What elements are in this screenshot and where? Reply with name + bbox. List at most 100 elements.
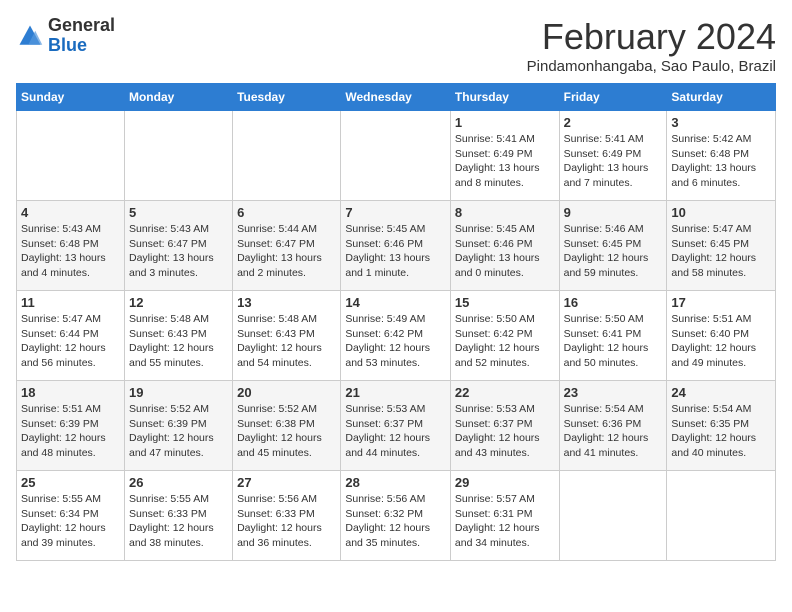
calendar-cell: 10 Sunrise: 5:47 AM Sunset: 6:45 PM Dayli… — [667, 201, 776, 291]
day-number: 6 — [237, 205, 336, 220]
logo-icon — [16, 22, 44, 50]
day-info: Sunrise: 5:47 AM Sunset: 6:44 PM Dayligh… — [21, 312, 120, 371]
day-number: 17 — [671, 295, 771, 310]
day-info: Sunrise: 5:55 AM Sunset: 6:33 PM Dayligh… — [129, 492, 228, 551]
calendar-cell — [559, 471, 667, 561]
day-info: Sunrise: 5:54 AM Sunset: 6:35 PM Dayligh… — [671, 402, 771, 461]
day-info: Sunrise: 5:44 AM Sunset: 6:47 PM Dayligh… — [237, 222, 336, 281]
day-number: 7 — [345, 205, 446, 220]
day-info: Sunrise: 5:53 AM Sunset: 6:37 PM Dayligh… — [345, 402, 446, 461]
day-number: 20 — [237, 385, 336, 400]
calendar-cell: 26 Sunrise: 5:55 AM Sunset: 6:33 PM Dayli… — [124, 471, 232, 561]
logo-blue: Blue — [48, 35, 87, 55]
day-number: 24 — [671, 385, 771, 400]
day-number: 13 — [237, 295, 336, 310]
calendar-week-row: 25 Sunrise: 5:55 AM Sunset: 6:34 PM Dayli… — [17, 471, 776, 561]
day-number: 2 — [564, 115, 663, 130]
day-number: 26 — [129, 475, 228, 490]
calendar-cell: 2 Sunrise: 5:41 AM Sunset: 6:49 PM Daylig… — [559, 111, 667, 201]
weekday-header: Thursday — [450, 84, 559, 111]
weekday-header: Monday — [124, 84, 232, 111]
day-number: 9 — [564, 205, 663, 220]
calendar-cell: 7 Sunrise: 5:45 AM Sunset: 6:46 PM Daylig… — [341, 201, 451, 291]
day-info: Sunrise: 5:48 AM Sunset: 6:43 PM Dayligh… — [129, 312, 228, 371]
weekday-header: Wednesday — [341, 84, 451, 111]
day-info: Sunrise: 5:50 AM Sunset: 6:42 PM Dayligh… — [455, 312, 555, 371]
calendar-week-row: 18 Sunrise: 5:51 AM Sunset: 6:39 PM Dayli… — [17, 381, 776, 471]
day-number: 4 — [21, 205, 120, 220]
calendar-cell: 4Sunrise: 5:43 AM Sunset: 6:48 PM Daylig… — [17, 201, 125, 291]
logo: General Blue — [16, 16, 115, 56]
day-info: Sunrise: 5:54 AM Sunset: 6:36 PM Dayligh… — [564, 402, 663, 461]
calendar-cell: 22 Sunrise: 5:53 AM Sunset: 6:37 PM Dayli… — [450, 381, 559, 471]
calendar-cell: 9Sunrise: 5:46 AM Sunset: 6:45 PM Daylig… — [559, 201, 667, 291]
day-info: Sunrise: 5:45 AM Sunset: 6:46 PM Dayligh… — [345, 222, 446, 281]
day-number: 3 — [671, 115, 771, 130]
day-info: Sunrise: 5:41 AM Sunset: 6:49 PM Dayligh… — [564, 132, 663, 191]
day-number: 15 — [455, 295, 555, 310]
day-info: Sunrise: 5:43 AM Sunset: 6:47 PM Dayligh… — [129, 222, 228, 281]
page-header: General Blue February 2024 Pindamonhanga… — [16, 16, 776, 75]
calendar-cell: 24 Sunrise: 5:54 AM Sunset: 6:35 PM Dayli… — [667, 381, 776, 471]
day-number: 12 — [129, 295, 228, 310]
calendar-cell: 13 Sunrise: 5:48 AM Sunset: 6:43 PM Dayli… — [233, 291, 341, 381]
calendar-week-row: 1 Sunrise: 5:41 AM Sunset: 6:49 PM Daylig… — [17, 111, 776, 201]
day-number: 11 — [21, 295, 120, 310]
calendar-cell: 23Sunrise: 5:54 AM Sunset: 6:36 PM Dayli… — [559, 381, 667, 471]
calendar-week-row: 4Sunrise: 5:43 AM Sunset: 6:48 PM Daylig… — [17, 201, 776, 291]
calendar-cell: 8 Sunrise: 5:45 AM Sunset: 6:46 PM Daylig… — [450, 201, 559, 291]
day-info: Sunrise: 5:53 AM Sunset: 6:37 PM Dayligh… — [455, 402, 555, 461]
day-number: 8 — [455, 205, 555, 220]
calendar-cell: 17 Sunrise: 5:51 AM Sunset: 6:40 PM Dayli… — [667, 291, 776, 381]
calendar-cell: 11 Sunrise: 5:47 AM Sunset: 6:44 PM Dayli… — [17, 291, 125, 381]
calendar-cell: 29Sunrise: 5:57 AM Sunset: 6:31 PM Dayli… — [450, 471, 559, 561]
calendar-cell: 3 Sunrise: 5:42 AM Sunset: 6:48 PM Daylig… — [667, 111, 776, 201]
weekday-header: Saturday — [667, 84, 776, 111]
day-info: Sunrise: 5:56 AM Sunset: 6:32 PM Dayligh… — [345, 492, 446, 551]
calendar-cell: 12 Sunrise: 5:48 AM Sunset: 6:43 PM Dayli… — [124, 291, 232, 381]
day-info: Sunrise: 5:48 AM Sunset: 6:43 PM Dayligh… — [237, 312, 336, 371]
day-info: Sunrise: 5:52 AM Sunset: 6:38 PM Dayligh… — [237, 402, 336, 461]
day-number: 1 — [455, 115, 555, 130]
calendar-cell — [17, 111, 125, 201]
day-number: 25 — [21, 475, 120, 490]
location: Pindamonhangaba, Sao Paulo, Brazil — [527, 58, 776, 75]
calendar-cell: 28 Sunrise: 5:56 AM Sunset: 6:32 PM Dayli… — [341, 471, 451, 561]
day-info: Sunrise: 5:47 AM Sunset: 6:45 PM Dayligh… — [671, 222, 771, 281]
day-number: 28 — [345, 475, 446, 490]
logo-general: General — [48, 15, 115, 35]
day-info: Sunrise: 5:51 AM Sunset: 6:40 PM Dayligh… — [671, 312, 771, 371]
calendar-cell: 14 Sunrise: 5:49 AM Sunset: 6:42 PM Dayli… — [341, 291, 451, 381]
day-info: Sunrise: 5:45 AM Sunset: 6:46 PM Dayligh… — [455, 222, 555, 281]
calendar-week-row: 11 Sunrise: 5:47 AM Sunset: 6:44 PM Dayli… — [17, 291, 776, 381]
calendar-cell — [341, 111, 451, 201]
logo-text: General Blue — [48, 16, 115, 56]
calendar-cell: 21 Sunrise: 5:53 AM Sunset: 6:37 PM Dayli… — [341, 381, 451, 471]
day-number: 18 — [21, 385, 120, 400]
day-info: Sunrise: 5:49 AM Sunset: 6:42 PM Dayligh… — [345, 312, 446, 371]
weekday-header-row: SundayMondayTuesdayWednesdayThursdayFrid… — [17, 84, 776, 111]
day-number: 10 — [671, 205, 771, 220]
day-info: Sunrise: 5:42 AM Sunset: 6:48 PM Dayligh… — [671, 132, 771, 191]
day-number: 14 — [345, 295, 446, 310]
weekday-header: Sunday — [17, 84, 125, 111]
calendar-cell: 15 Sunrise: 5:50 AM Sunset: 6:42 PM Dayli… — [450, 291, 559, 381]
calendar-cell: 19Sunrise: 5:52 AM Sunset: 6:39 PM Dayli… — [124, 381, 232, 471]
day-number: 29 — [455, 475, 555, 490]
day-info: Sunrise: 5:41 AM Sunset: 6:49 PM Dayligh… — [455, 132, 555, 191]
title-block: February 2024 Pindamonhangaba, Sao Paulo… — [527, 16, 776, 75]
day-number: 21 — [345, 385, 446, 400]
day-number: 5 — [129, 205, 228, 220]
calendar-cell: 27Sunrise: 5:56 AM Sunset: 6:33 PM Dayli… — [233, 471, 341, 561]
weekday-header: Friday — [559, 84, 667, 111]
day-info: Sunrise: 5:56 AM Sunset: 6:33 PM Dayligh… — [237, 492, 336, 551]
day-info: Sunrise: 5:52 AM Sunset: 6:39 PM Dayligh… — [129, 402, 228, 461]
day-info: Sunrise: 5:55 AM Sunset: 6:34 PM Dayligh… — [21, 492, 120, 551]
day-number: 22 — [455, 385, 555, 400]
calendar-cell: 18 Sunrise: 5:51 AM Sunset: 6:39 PM Dayli… — [17, 381, 125, 471]
calendar-cell — [667, 471, 776, 561]
calendar-cell: 1 Sunrise: 5:41 AM Sunset: 6:49 PM Daylig… — [450, 111, 559, 201]
day-number: 16 — [564, 295, 663, 310]
day-info: Sunrise: 5:51 AM Sunset: 6:39 PM Dayligh… — [21, 402, 120, 461]
weekday-header: Tuesday — [233, 84, 341, 111]
